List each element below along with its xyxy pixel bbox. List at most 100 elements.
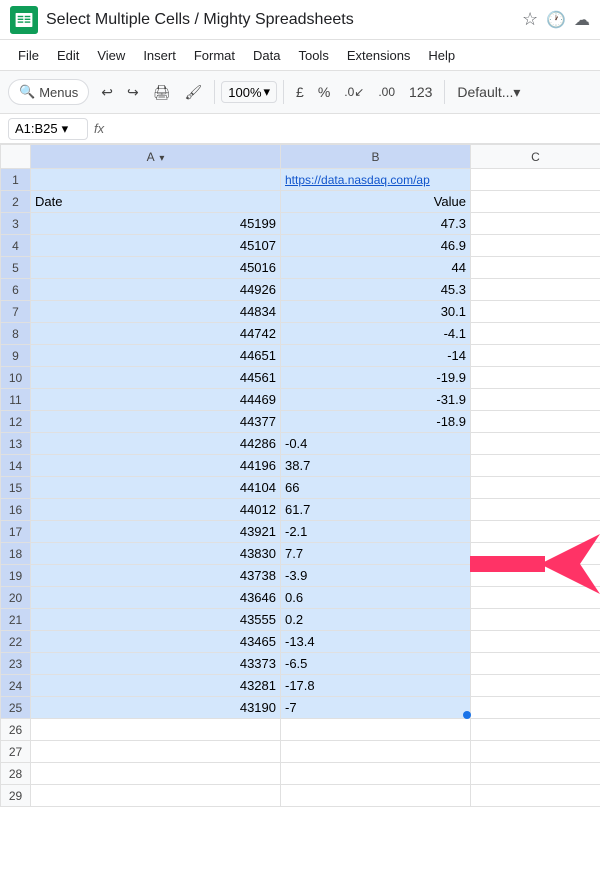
cell-C23[interactable] [471, 653, 600, 675]
cell-C10[interactable] [471, 367, 600, 389]
cloud-icon[interactable]: ☁ [574, 10, 590, 30]
cell-A1[interactable] [31, 169, 281, 191]
col-header-C[interactable]: C [471, 145, 600, 169]
menu-view[interactable]: View [89, 44, 133, 67]
paint-format-button[interactable]: 🖌 [178, 80, 208, 105]
redo-button[interactable]: ↪ [121, 80, 145, 105]
cell-C18[interactable] [471, 543, 600, 565]
cell-A26[interactable] [31, 719, 281, 741]
cell-reference-box[interactable]: A1:B25 ▾ [8, 118, 88, 140]
cell-C11[interactable] [471, 389, 600, 411]
cell-C4[interactable] [471, 235, 600, 257]
cell-A22[interactable]: 43465 [31, 631, 281, 653]
cell-A9[interactable]: 44651 [31, 345, 281, 367]
number-format-button[interactable]: 123 [403, 80, 438, 104]
cell-A19[interactable]: 43738 [31, 565, 281, 587]
star-icon[interactable]: ☆ [522, 9, 538, 30]
cell-A10[interactable]: 44561 [31, 367, 281, 389]
cell-B18[interactable]: 7.7 [281, 543, 471, 565]
cell-B3[interactable]: 47.3 [281, 213, 471, 235]
cell-C21[interactable] [471, 609, 600, 631]
print-button[interactable]: 🖨 [147, 80, 177, 105]
cell-A8[interactable]: 44742 [31, 323, 281, 345]
cell-B11[interactable]: -31.9 [281, 389, 471, 411]
cell-C16[interactable] [471, 499, 600, 521]
cell-C25[interactable] [471, 697, 600, 719]
font-family-button[interactable]: Default... ▾ [451, 80, 526, 105]
history-icon[interactable]: 🕐 [546, 10, 566, 30]
cell-C26[interactable] [471, 719, 600, 741]
menu-extensions[interactable]: Extensions [339, 44, 419, 67]
cell-B27[interactable] [281, 741, 471, 763]
cell-C27[interactable] [471, 741, 600, 763]
cell-A4[interactable]: 45107 [31, 235, 281, 257]
cell-A14[interactable]: 44196 [31, 455, 281, 477]
cell-B4[interactable]: 46.9 [281, 235, 471, 257]
cell-C14[interactable] [471, 455, 600, 477]
col-header-A[interactable]: A ▾ [31, 145, 281, 169]
cell-A11[interactable]: 44469 [31, 389, 281, 411]
cell-A23[interactable]: 43373 [31, 653, 281, 675]
cell-B12[interactable]: -18.9 [281, 411, 471, 433]
cell-B6[interactable]: 45.3 [281, 279, 471, 301]
cell-C24[interactable] [471, 675, 600, 697]
cell-C7[interactable] [471, 301, 600, 323]
cell-A3[interactable]: 45199 [31, 213, 281, 235]
cell-C13[interactable] [471, 433, 600, 455]
cell-C12[interactable] [471, 411, 600, 433]
cell-B25[interactable]: -7 [281, 697, 471, 719]
cell-A2[interactable]: Date [31, 191, 281, 213]
zoom-control[interactable]: 100% ▾ [221, 81, 277, 103]
cell-B23[interactable]: -6.5 [281, 653, 471, 675]
cell-C20[interactable] [471, 587, 600, 609]
currency-button[interactable]: £ [290, 80, 310, 104]
cell-B8[interactable]: -4.1 [281, 323, 471, 345]
cell-A29[interactable] [31, 785, 281, 807]
cell-B19[interactable]: -3.9 [281, 565, 471, 587]
menu-file[interactable]: File [10, 44, 47, 67]
cell-A15[interactable]: 44104 [31, 477, 281, 499]
cell-B16[interactable]: 61.7 [281, 499, 471, 521]
menu-data[interactable]: Data [245, 44, 288, 67]
cell-B29[interactable] [281, 785, 471, 807]
percent-button[interactable]: % [312, 80, 336, 104]
cell-A13[interactable]: 44286 [31, 433, 281, 455]
cell-C3[interactable] [471, 213, 600, 235]
cell-A12[interactable]: 44377 [31, 411, 281, 433]
cell-C9[interactable] [471, 345, 600, 367]
cell-B28[interactable] [281, 763, 471, 785]
cell-A27[interactable] [31, 741, 281, 763]
cell-B7[interactable]: 30.1 [281, 301, 471, 323]
cell-C1[interactable] [471, 169, 600, 191]
decimal-dec-button[interactable]: .0↙ [338, 81, 370, 103]
cell-B20[interactable]: 0.6 [281, 587, 471, 609]
cell-B24[interactable]: -17.8 [281, 675, 471, 697]
cell-A25[interactable]: 43190 [31, 697, 281, 719]
cell-A20[interactable]: 43646 [31, 587, 281, 609]
menu-tools[interactable]: Tools [290, 44, 336, 67]
menus-search[interactable]: 🔍 Menus [8, 79, 89, 105]
menu-help[interactable]: Help [420, 44, 463, 67]
cell-A7[interactable]: 44834 [31, 301, 281, 323]
cell-B22[interactable]: -13.4 [281, 631, 471, 653]
menu-insert[interactable]: Insert [135, 44, 184, 67]
cell-A17[interactable]: 43921 [31, 521, 281, 543]
cell-C6[interactable] [471, 279, 600, 301]
cell-B15[interactable]: 66 [281, 477, 471, 499]
cell-B17[interactable]: -2.1 [281, 521, 471, 543]
cell-B5[interactable]: 44 [281, 257, 471, 279]
cell-C15[interactable] [471, 477, 600, 499]
cell-A28[interactable] [31, 763, 281, 785]
cell-A18[interactable]: 43830 [31, 543, 281, 565]
cell-C19[interactable] [471, 565, 600, 587]
cell-B1[interactable]: https://data.nasdaq.com/ap [281, 169, 471, 191]
cell-B2[interactable]: Value [281, 191, 471, 213]
cell-B13[interactable]: -0.4 [281, 433, 471, 455]
cell-B21[interactable]: 0.2 [281, 609, 471, 631]
cell-A24[interactable]: 43281 [31, 675, 281, 697]
decimal-inc-button[interactable]: .00 [372, 81, 401, 103]
menu-edit[interactable]: Edit [49, 44, 87, 67]
cell-A5[interactable]: 45016 [31, 257, 281, 279]
undo-button[interactable]: ↩ [95, 80, 119, 105]
cell-C28[interactable] [471, 763, 600, 785]
